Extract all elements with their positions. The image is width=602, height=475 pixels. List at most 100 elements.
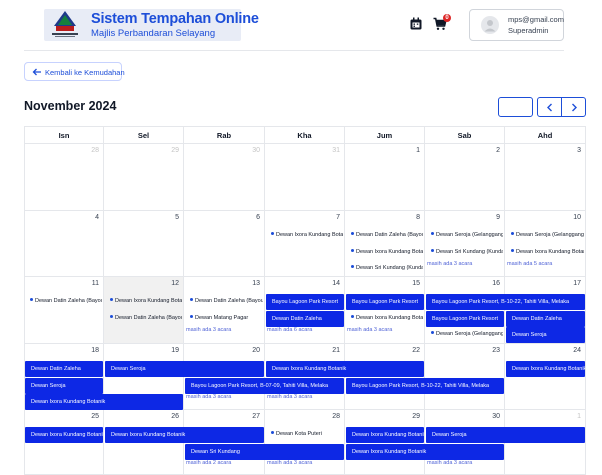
- day-cell[interactable]: 31: [265, 144, 345, 211]
- day-cell[interactable]: 6: [184, 211, 265, 277]
- day-number: 7: [336, 214, 340, 221]
- day-cell[interactable]: 5: [104, 211, 184, 277]
- day-number: 31: [332, 147, 340, 154]
- calendar-event-bar[interactable]: Dewan Ixora Kundang Botanik: [266, 361, 424, 377]
- brand-logo[interactable]: Sistem Tempahan Online Majlis Perbandara…: [44, 9, 259, 41]
- day-cell[interactable]: 4: [24, 211, 104, 277]
- more-events-link[interactable]: masih ada 3 acara: [427, 460, 472, 466]
- more-events-link[interactable]: masih ada 3 acara: [267, 394, 312, 400]
- calendar-event-bar[interactable]: Bayou Lagoon Park Resort: [426, 311, 504, 327]
- calendar-event-bar[interactable]: Dewan Sri Kundang: [185, 444, 344, 460]
- calendar-event[interactable]: Dewan Kota Puteri: [271, 430, 343, 438]
- day-number: 28: [332, 413, 340, 420]
- day-cell[interactable]: 11: [24, 277, 104, 344]
- more-events-link[interactable]: masih ada 2 acara: [186, 460, 231, 466]
- calendar-event[interactable]: Dewan Sri Kundang (Kundang): [431, 248, 503, 256]
- calendar-event[interactable]: Dewan Sri Kundang (Kundang): [351, 264, 423, 272]
- calendar-event-bar[interactable]: Dewan Ixora Kundang Botanik: [25, 394, 183, 410]
- day-cell[interactable]: 1: [345, 144, 425, 211]
- calendar-event-bar[interactable]: Dewan Seroja: [506, 327, 585, 343]
- day-cell[interactable]: 15: [345, 277, 425, 344]
- calendar-event-bar[interactable]: Dewan Datin Zaleha: [25, 361, 103, 377]
- weekday-header: Jum: [345, 126, 425, 144]
- calendar-event[interactable]: Dewan Ixora Kundang Botanik: [351, 314, 423, 322]
- day-cell[interactable]: 29: [104, 144, 184, 211]
- day-number: 1: [416, 147, 420, 154]
- more-events-link[interactable]: masih ada 3 acara: [186, 394, 231, 400]
- day-number: 9: [496, 214, 500, 221]
- day-cell[interactable]: 22: [345, 344, 425, 410]
- calendar-event-bar[interactable]: Dewan Ixora Kundang Botanik: [346, 444, 504, 460]
- calendar-event-bar[interactable]: Dewan Datin Zaleha: [506, 311, 585, 327]
- calendar-event[interactable]: Dewan Seroja (Gelanggang): [431, 330, 503, 338]
- calendar-event-bar[interactable]: Dewan Seroja: [426, 427, 585, 443]
- calendar-event-bar[interactable]: Dewan Datin Zaleha: [266, 311, 344, 327]
- day-cell[interactable]: 12: [104, 277, 184, 344]
- calendar-event[interactable]: Dewan Datin Zaleha (Bayou Lagoon): [30, 297, 102, 305]
- day-number: 5: [175, 214, 179, 221]
- more-events-link[interactable]: masih ada 3 acara: [186, 327, 231, 333]
- calendar-event-bar[interactable]: Bayou Lagoon Park Resort, B-07-09, Tahit…: [185, 378, 344, 394]
- calendar-event-bar[interactable]: Dewan Seroja: [105, 361, 264, 377]
- day-cell[interactable]: 3: [505, 144, 586, 211]
- day-cell[interactable]: 13: [184, 277, 265, 344]
- calendar-event-bar[interactable]: Dewan Ixora Kundang Botanik: [506, 361, 585, 377]
- calendar-event[interactable]: Dewan Matang Pagar: [190, 314, 263, 322]
- day-cell[interactable]: 20: [184, 344, 265, 410]
- app-header: Sistem Tempahan Online Majlis Perbandara…: [0, 0, 602, 48]
- cart-count-badge: 0: [443, 14, 451, 22]
- weekday-header: Kha: [265, 126, 345, 144]
- next-month-button[interactable]: [561, 97, 586, 117]
- calendar-event[interactable]: Dewan Seroja (Gelanggang): [431, 231, 503, 239]
- calendar-event-bar[interactable]: Dewan Ixora Kundang Botanik: [25, 427, 103, 443]
- day-cell[interactable]: 24: [505, 344, 586, 410]
- day-number: 23: [492, 347, 500, 354]
- day-number: 14: [332, 280, 340, 287]
- weekday-header: Rab: [184, 126, 265, 144]
- day-number: 25: [91, 413, 99, 420]
- weekday-header: Sel: [104, 126, 184, 144]
- more-events-link[interactable]: masih ada 3 acara: [427, 261, 472, 267]
- day-cell[interactable]: 10: [505, 211, 586, 277]
- calendar-event[interactable]: Dewan Seroja (Gelanggang): [511, 231, 584, 239]
- today-button[interactable]: [498, 97, 533, 117]
- more-events-link[interactable]: masih ada 5 acara: [507, 261, 552, 267]
- day-number: 18: [91, 347, 99, 354]
- calendar-icon[interactable]: [409, 17, 423, 31]
- calendar-event-bar[interactable]: Bayou Lagoon Park Resort: [346, 294, 424, 310]
- calendar-event-bar[interactable]: Dewan Ixora Kundang Botanik: [105, 427, 264, 443]
- chevron-left-icon: [547, 103, 552, 112]
- calendar-event-bar[interactable]: Bayou Lagoon Park Resort, B-10-22, Tahit…: [426, 294, 585, 310]
- calendar-event-bar[interactable]: Bayou Lagoon Park Resort: [266, 294, 344, 310]
- calendar-event[interactable]: Dewan Ixora Kundang Botanik: [351, 248, 423, 256]
- calendar-event[interactable]: Dewan Ixora Kundang Botanik: [271, 231, 343, 239]
- day-cell[interactable]: 30: [184, 144, 265, 211]
- calendar-event[interactable]: Dewan Datin Zaleha (Bayou Lagoon): [110, 314, 182, 322]
- user-email: mps@gmail.com: [508, 15, 564, 24]
- day-number: 28: [91, 147, 99, 154]
- day-cell[interactable]: 2: [425, 144, 505, 211]
- user-menu[interactable]: mps@gmail.com Superadmin: [469, 9, 564, 41]
- calendar-event-bar[interactable]: Bayou Lagoon Park Resort, B-10-22, Tahit…: [346, 378, 504, 394]
- day-cell[interactable]: 21: [265, 344, 345, 410]
- more-events-link[interactable]: masih ada 3 acara: [267, 460, 312, 466]
- day-number: 15: [412, 280, 420, 287]
- mps-logo-icon: [52, 11, 78, 37]
- calendar-event[interactable]: Dewan Ixora Kundang Botanik: [511, 248, 584, 256]
- calendar-event-bar[interactable]: Dewan Ixora Kundang Botanik: [346, 427, 424, 443]
- more-events-link[interactable]: masih ada 3 acara: [347, 327, 392, 333]
- day-cell[interactable]: 9: [425, 211, 505, 277]
- prev-month-button[interactable]: [537, 97, 562, 117]
- day-cell[interactable]: 7: [265, 211, 345, 277]
- app-title: Sistem Tempahan Online: [91, 11, 259, 27]
- calendar-event[interactable]: Dewan Datin Zaleha (Bayou Lagoon): [351, 231, 423, 239]
- calendar-event[interactable]: Dewan Datin Zaleha (Bayou Lagoon): [190, 297, 263, 305]
- back-to-facilities-button[interactable]: Kembali ke Kemudahan: [24, 62, 125, 81]
- day-cell[interactable]: 28: [24, 144, 104, 211]
- calendar-event-bar[interactable]: Dewan Seroja: [25, 378, 103, 394]
- more-events-link[interactable]: masih ada 6 acara: [267, 327, 312, 333]
- day-number: 29: [171, 147, 179, 154]
- day-number: 30: [252, 147, 260, 154]
- calendar-event[interactable]: Dewan Ixora Kundang Botanik: [110, 297, 182, 305]
- day-cell[interactable]: 23: [425, 344, 505, 410]
